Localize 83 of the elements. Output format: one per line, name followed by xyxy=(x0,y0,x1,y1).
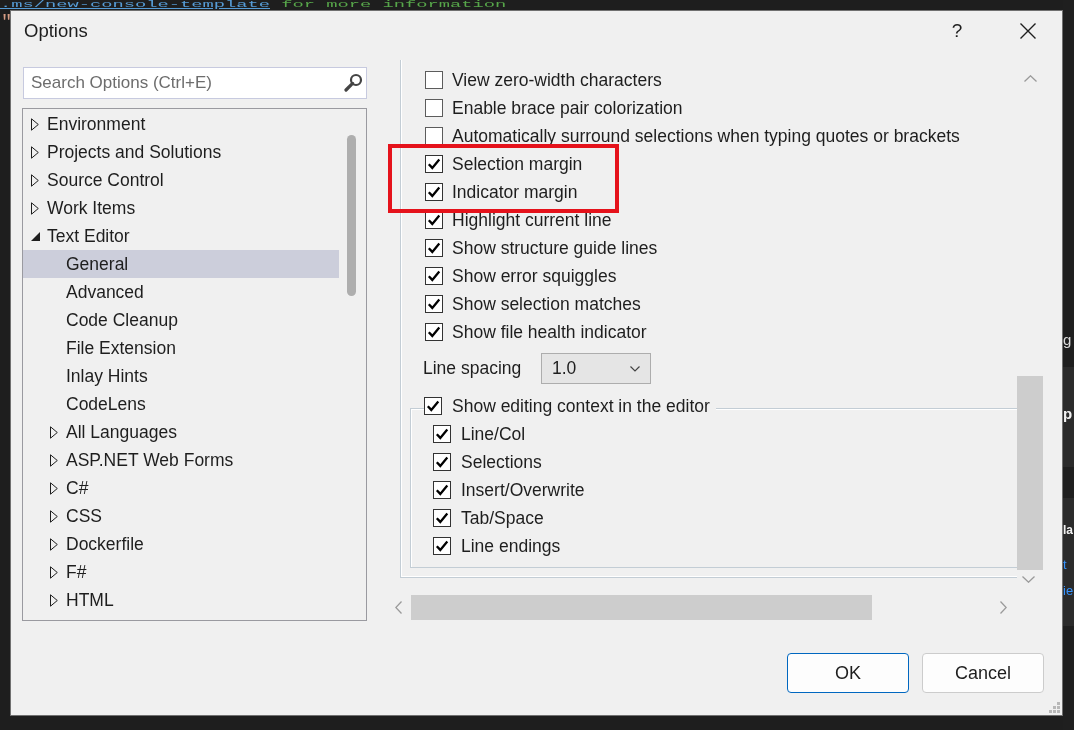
checkbox-label: Highlight current line xyxy=(452,209,612,231)
caret-right-icon[interactable] xyxy=(31,145,39,159)
caret-right-icon[interactable] xyxy=(31,173,39,187)
checkbox-label: Insert/Overwrite xyxy=(461,479,585,501)
caret-right-icon[interactable] xyxy=(50,425,58,439)
checkbox-label: Selections xyxy=(461,451,542,473)
tree-item[interactable]: General xyxy=(23,250,339,278)
checkbox[interactable] xyxy=(425,99,443,117)
checkbox[interactable] xyxy=(433,537,451,555)
cancel-button[interactable]: Cancel xyxy=(922,653,1044,693)
line-spacing-dropdown[interactable]: 1.0 xyxy=(541,353,651,384)
tree-item[interactable]: C# xyxy=(23,474,339,502)
tree-item[interactable]: File Extension xyxy=(23,334,339,362)
close-icon xyxy=(1020,22,1036,39)
checkbox[interactable] xyxy=(425,127,443,145)
checkbox-label: Indicator margin xyxy=(452,181,578,203)
code-link[interactable]: .ms/new-console-template xyxy=(0,1,270,10)
checkbox-label: View zero-width characters xyxy=(452,69,662,91)
caret-down-icon[interactable] xyxy=(30,231,40,241)
checkbox[interactable] xyxy=(425,183,443,201)
checkbox[interactable] xyxy=(425,239,443,257)
chevron-down-icon xyxy=(630,365,640,372)
checkbox[interactable] xyxy=(425,155,443,173)
checkbox-label: Line/Col xyxy=(461,423,526,445)
checkbox-label: Enable brace pair colorization xyxy=(452,97,683,119)
tree-item[interactable]: Text Editor xyxy=(23,222,339,250)
tree-item[interactable]: ASP.NET Web Forms xyxy=(23,446,339,474)
caret-right-icon[interactable] xyxy=(50,453,58,467)
help-button[interactable]: ? xyxy=(934,11,980,50)
window-title: Options xyxy=(23,19,89,42)
checkbox-label: Show selection matches xyxy=(452,293,641,315)
line-spacing-label: Line spacing xyxy=(423,358,523,379)
heading-text: la xyxy=(1063,522,1073,539)
caret-right-icon[interactable] xyxy=(50,481,58,495)
checkbox-label: Automatically surround selections when typing quotes or brackets xyxy=(452,125,960,147)
checkbox-label: Tab/Space xyxy=(461,507,544,529)
caret-right-icon[interactable] xyxy=(31,117,39,131)
resize-grip-icon[interactable] xyxy=(1049,702,1060,713)
checkbox-label: Selection margin xyxy=(452,153,583,175)
scrollbar-thumb[interactable] xyxy=(411,595,872,620)
search-field[interactable]: Search Options (Ctrl+E) xyxy=(23,67,367,99)
checkbox[interactable] xyxy=(433,425,451,443)
checkbox-label: Show structure guide lines xyxy=(452,237,658,259)
caret-right-icon[interactable] xyxy=(31,201,39,215)
link-text[interactable]: t xyxy=(1063,554,1067,576)
tree-item[interactable]: HTML xyxy=(23,586,339,614)
checkbox[interactable] xyxy=(433,453,451,471)
tree-item[interactable]: Environment xyxy=(23,110,339,138)
tree-item[interactable]: F# xyxy=(23,558,339,586)
caret-right-icon[interactable] xyxy=(50,537,58,551)
checkbox-label: Show file health indicator xyxy=(452,321,647,343)
code-text: " xyxy=(1,11,13,33)
tree-item[interactable]: Code Cleanup xyxy=(23,306,339,334)
panel-text: g xyxy=(1063,330,1072,350)
checkbox-label: Show error squiggles xyxy=(452,265,617,287)
caret-right-icon[interactable] xyxy=(50,565,58,579)
tree-item[interactable]: Projects and Solutions xyxy=(23,138,339,166)
link-text[interactable]: ie xyxy=(1063,580,1074,602)
tree-item[interactable]: Source Control xyxy=(23,166,339,194)
tree-item[interactable]: CSS xyxy=(23,502,339,530)
checkbox[interactable] xyxy=(433,509,451,527)
checkbox[interactable] xyxy=(424,397,442,415)
code-comment: for more information xyxy=(280,1,507,10)
checkbox[interactable] xyxy=(425,295,443,313)
tree-item[interactable]: Dockerfile xyxy=(23,530,339,558)
scrollbar-thumb[interactable] xyxy=(346,135,356,296)
checkbox-label: Show editing context in the editor xyxy=(452,395,710,417)
checkbox[interactable] xyxy=(433,481,451,499)
tree-item[interactable]: Work Items xyxy=(23,194,339,222)
scrollbar-thumb[interactable] xyxy=(1017,376,1043,570)
tree-item[interactable]: Inlay Hints xyxy=(23,362,339,390)
caret-right-icon[interactable] xyxy=(50,509,58,523)
search-icon[interactable] xyxy=(344,73,363,92)
checkbox[interactable] xyxy=(425,71,443,89)
heading-text: p xyxy=(1063,404,1073,424)
ok-button[interactable]: OK xyxy=(787,653,909,693)
checkbox[interactable] xyxy=(425,323,443,341)
tree-item[interactable]: All Languages xyxy=(23,418,339,446)
checkbox[interactable] xyxy=(425,267,443,285)
tree-item[interactable]: CodeLens xyxy=(23,390,339,418)
checkbox-label: Line endings xyxy=(461,535,561,557)
caret-right-icon[interactable] xyxy=(50,593,58,607)
tree-item[interactable]: Advanced xyxy=(23,278,339,306)
